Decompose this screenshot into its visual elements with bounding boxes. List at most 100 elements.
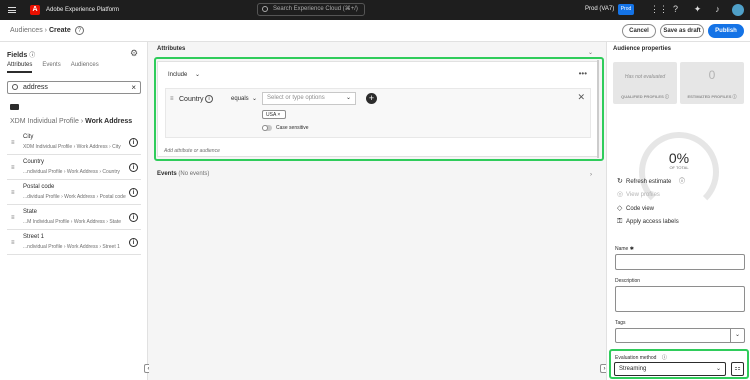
- field-path-text: ...M Individual Profile › Work Address ›…: [23, 219, 122, 225]
- drag-handle-icon[interactable]: ≡: [11, 215, 15, 221]
- field-item-country[interactable]: ≡ Country ...ndividual Profile › Work Ad…: [7, 155, 141, 180]
- audience-properties-panel: Audience properties Has not evaluated QU…: [606, 42, 750, 380]
- chevron-down-icon: ⌄: [715, 366, 721, 372]
- cancel-button[interactable]: Cancel: [622, 24, 656, 38]
- info-icon[interactable]: i: [129, 138, 138, 147]
- environment-badge[interactable]: Prod: [618, 4, 634, 15]
- drag-handle-icon[interactable]: ≡: [11, 140, 15, 146]
- events-count: (No events): [178, 171, 210, 177]
- name-label: Name ✱: [615, 246, 634, 252]
- include-dropdown[interactable]: Include ⌄: [168, 71, 200, 78]
- drag-handle-icon[interactable]: ≡: [11, 190, 15, 196]
- case-sensitive-toggle[interactable]: [262, 125, 272, 131]
- top-bar: A Adobe Experience Platform Search Exper…: [0, 0, 750, 20]
- tab-audiences[interactable]: Audiences: [71, 62, 99, 73]
- estimated-profiles-tile: 0 ESTIMATED PROFILES ⓘ: [680, 62, 744, 104]
- refresh-label: Refresh estimate: [626, 179, 672, 185]
- field-item-state[interactable]: ≡ State ...M Individual Profile › Work A…: [7, 205, 141, 230]
- evaluation-method-select[interactable]: Streaming ⌄: [614, 362, 726, 376]
- info-icon[interactable]: i: [205, 95, 213, 103]
- help-icon[interactable]: ?: [670, 4, 681, 15]
- field-name: Country: [23, 159, 45, 165]
- tab-events[interactable]: Events: [42, 62, 60, 73]
- operator-dropdown[interactable]: equals: [231, 96, 249, 102]
- info-icon[interactable]: i: [129, 163, 138, 172]
- value-combobox[interactable]: Select or type options ⌄: [262, 92, 356, 105]
- path-root[interactable]: XDM Individual Profile: [10, 118, 79, 125]
- fields-search-value: address: [23, 84, 48, 91]
- chevron-down-icon: ⌄: [195, 72, 201, 78]
- drag-handle-icon[interactable]: ≡: [11, 240, 15, 246]
- scrollbar[interactable]: [597, 60, 599, 158]
- save-as-draft-button[interactable]: Save as draft: [660, 24, 704, 38]
- drag-handle-icon[interactable]: ≡: [11, 165, 15, 171]
- sandbox-name[interactable]: Prod (VA7): [585, 6, 614, 12]
- whats-new-icon[interactable]: ✦: [692, 4, 703, 15]
- info-icon[interactable]: i: [129, 213, 138, 222]
- clear-search-icon[interactable]: ×: [131, 82, 136, 93]
- folder-icon[interactable]: [10, 104, 19, 110]
- info-icon[interactable]: ⓘ: [679, 179, 685, 185]
- menu-icon[interactable]: [8, 7, 16, 13]
- search-placeholder: Search Experience Cloud (⌘+/): [273, 6, 358, 12]
- field-list: ≡ City XDM Individual Profile › Work Add…: [7, 130, 141, 255]
- view-profiles-action[interactable]: ◎ View profiles: [617, 190, 660, 198]
- view-profiles-label: View profiles: [626, 192, 660, 198]
- field-name: State: [23, 209, 38, 215]
- percentage-gauge: [639, 132, 719, 212]
- name-input[interactable]: [615, 254, 745, 270]
- breadcrumb-separator: ›: [44, 27, 47, 34]
- fields-tabs: Attributes Events Audiences: [7, 62, 99, 73]
- page-help-icon[interactable]: ?: [75, 26, 84, 35]
- fields-search-input[interactable]: address ×: [7, 81, 141, 94]
- refresh-estimate-action[interactable]: ↻ Refresh estimate ⓘ: [617, 176, 685, 185]
- description-label: Description: [615, 278, 641, 284]
- adobe-logo: A: [30, 5, 40, 15]
- chevron-down-icon[interactable]: ⌄: [730, 329, 744, 342]
- access-labels-label: Apply access labels: [626, 219, 679, 225]
- field-path-text: XDM Individual Profile › Work Address › …: [23, 144, 121, 150]
- chevron-right-icon[interactable]: ›: [590, 172, 592, 178]
- condition-attribute: Country: [179, 96, 204, 103]
- tab-attributes[interactable]: Attributes: [7, 62, 33, 73]
- field-item-postal-code[interactable]: ≡ Postal code ...dividual Profile › Work…: [7, 180, 141, 205]
- code-view-action[interactable]: ◇ Code view: [617, 204, 654, 212]
- add-attribute-dropzone[interactable]: Add attribute or audience: [164, 148, 220, 154]
- chevron-down-icon[interactable]: ⌄: [588, 49, 593, 56]
- chevron-down-icon[interactable]: ⌄: [252, 95, 257, 102]
- events-section-title[interactable]: Events (No events): [157, 171, 209, 177]
- info-icon[interactable]: ⓘ: [665, 94, 669, 99]
- notifications-bell-icon[interactable]: ♪: [712, 4, 723, 15]
- field-item-street-1[interactable]: ≡ Street 1 ...ndividual Profile › Work A…: [7, 230, 141, 255]
- chevron-down-icon[interactable]: ⌄: [346, 93, 351, 104]
- fields-panel: Fields ⓘ ⚙ Attributes Events Audiences a…: [0, 42, 148, 380]
- qualified-profiles-tile: Has not evaluated QUALIFIED PROFILES ⓘ: [613, 62, 677, 104]
- drag-handle-icon[interactable]: ≡: [170, 96, 174, 102]
- product-name: Adobe Experience Platform: [46, 7, 120, 13]
- fields-info-icon[interactable]: ⓘ: [29, 53, 35, 59]
- view-profiles-icon: ◎: [617, 191, 624, 198]
- page-header: Audiences › Create ? Cancel Save as draf…: [0, 20, 750, 42]
- add-value-button[interactable]: +: [366, 93, 377, 104]
- remove-condition-icon[interactable]: ✕: [577, 92, 585, 103]
- description-textarea[interactable]: [615, 286, 745, 312]
- global-search-input[interactable]: Search Experience Cloud (⌘+/): [257, 3, 365, 16]
- info-icon[interactable]: ⓘ: [733, 94, 737, 99]
- info-icon[interactable]: i: [129, 238, 138, 247]
- apply-access-labels-action[interactable]: ⚿ Apply access labels: [617, 218, 679, 226]
- info-icon[interactable]: i: [129, 188, 138, 197]
- chip-label: USA: [266, 112, 277, 118]
- value-chip[interactable]: USA ×: [262, 110, 286, 119]
- gear-icon[interactable]: ⚙: [130, 48, 138, 59]
- more-options-icon[interactable]: •••: [579, 69, 587, 78]
- apps-grid-icon[interactable]: ⋮⋮: [650, 4, 668, 15]
- breadcrumb-audiences[interactable]: Audiences: [10, 27, 43, 34]
- tags-combobox[interactable]: ⌄: [615, 328, 745, 343]
- evaluation-method-info-button[interactable]: ⚏: [731, 362, 744, 376]
- chip-remove-icon[interactable]: ×: [277, 112, 280, 118]
- publish-button[interactable]: Publish: [708, 24, 744, 38]
- attributes-section-title: Attributes: [157, 46, 186, 52]
- field-item-city[interactable]: ≡ City XDM Individual Profile › Work Add…: [7, 130, 141, 155]
- field-name: Street 1: [23, 234, 45, 240]
- user-avatar[interactable]: [732, 4, 744, 16]
